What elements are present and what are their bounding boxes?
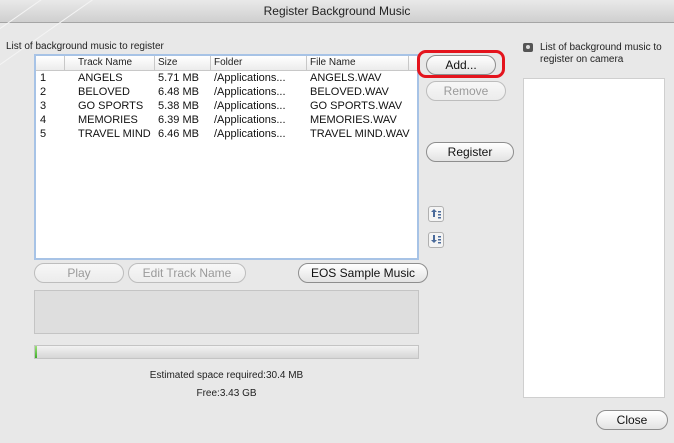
row-number: 3 bbox=[40, 100, 47, 112]
row-size: 5.38 MB bbox=[158, 100, 199, 112]
add-button-highlight bbox=[417, 50, 505, 78]
row-folder: /Applications... bbox=[214, 86, 286, 98]
row-track-name: MEMORIES bbox=[78, 114, 138, 126]
row-size: 6.39 MB bbox=[158, 114, 199, 126]
register-list-label: List of background music to register bbox=[6, 41, 164, 52]
register-button[interactable]: Register bbox=[426, 142, 514, 162]
column-header-folder[interactable]: Folder bbox=[214, 57, 242, 68]
table-row[interactable]: 2 BELOVED 6.48 MB /Applications... BELOV… bbox=[36, 86, 417, 99]
move-up-icon[interactable] bbox=[428, 206, 444, 222]
track-preview-area bbox=[34, 290, 419, 334]
space-progress-fill bbox=[35, 346, 38, 358]
play-button[interactable]: Play bbox=[34, 263, 124, 283]
row-file-name: TRAVEL MIND.WAV bbox=[310, 128, 410, 140]
row-folder: /Applications... bbox=[214, 114, 286, 126]
window-title: Register Background Music bbox=[0, 0, 674, 23]
row-number: 4 bbox=[40, 114, 47, 126]
row-folder: /Applications... bbox=[214, 128, 286, 140]
close-button[interactable]: Close bbox=[596, 410, 668, 430]
free-space-text: Free:3.43 GB bbox=[196, 388, 257, 399]
row-track-name: TRAVEL MIND bbox=[78, 128, 151, 140]
space-progress-bar bbox=[34, 345, 419, 359]
column-header-size[interactable]: Size bbox=[158, 57, 177, 68]
row-size: 5.71 MB bbox=[158, 72, 199, 84]
row-file-name: GO SPORTS.WAV bbox=[310, 100, 403, 112]
move-down-icon[interactable] bbox=[428, 232, 444, 248]
camera-music-list[interactable] bbox=[523, 78, 665, 398]
column-header-file-name[interactable]: File Name bbox=[310, 57, 356, 68]
row-number: 2 bbox=[40, 86, 47, 98]
row-size: 6.46 MB bbox=[158, 128, 199, 140]
camera-list-label-line2: register on camera bbox=[540, 54, 624, 65]
register-music-list[interactable]: Track Name Size Folder File Name 1 ANGEL… bbox=[34, 54, 419, 260]
list-header: Track Name Size Folder File Name bbox=[36, 56, 417, 71]
row-folder: /Applications... bbox=[214, 100, 286, 112]
row-number: 1 bbox=[40, 72, 47, 84]
row-size: 6.48 MB bbox=[158, 86, 199, 98]
row-number: 5 bbox=[40, 128, 47, 140]
camera-icon bbox=[523, 43, 533, 52]
camera-list-label-line1: List of background music to bbox=[540, 42, 662, 53]
row-file-name: MEMORIES.WAV bbox=[310, 114, 397, 126]
edit-track-name-button[interactable]: Edit Track Name bbox=[128, 263, 246, 283]
row-track-name: BELOVED bbox=[78, 86, 130, 98]
register-background-music-window: Register Background Music List of backgr… bbox=[0, 0, 674, 443]
table-row[interactable]: 4 MEMORIES 6.39 MB /Applications... MEMO… bbox=[36, 114, 417, 127]
table-row[interactable]: 3 GO SPORTS 5.38 MB /Applications... GO … bbox=[36, 100, 417, 113]
row-track-name: GO SPORTS bbox=[78, 100, 144, 112]
row-track-name: ANGELS bbox=[78, 72, 123, 84]
estimated-space-text: Estimated space required:30.4 MB bbox=[149, 370, 304, 381]
eos-sample-music-button[interactable]: EOS Sample Music bbox=[298, 263, 428, 283]
remove-button[interactable]: Remove bbox=[426, 81, 506, 101]
column-header-track-name[interactable]: Track Name bbox=[78, 57, 132, 68]
row-folder: /Applications... bbox=[214, 72, 286, 84]
table-row[interactable]: 1 ANGELS 5.71 MB /Applications... ANGELS… bbox=[36, 72, 417, 85]
row-file-name: BELOVED.WAV bbox=[310, 86, 389, 98]
row-file-name: ANGELS.WAV bbox=[310, 72, 382, 84]
table-row[interactable]: 5 TRAVEL MIND 6.46 MB /Applications... T… bbox=[36, 128, 417, 141]
